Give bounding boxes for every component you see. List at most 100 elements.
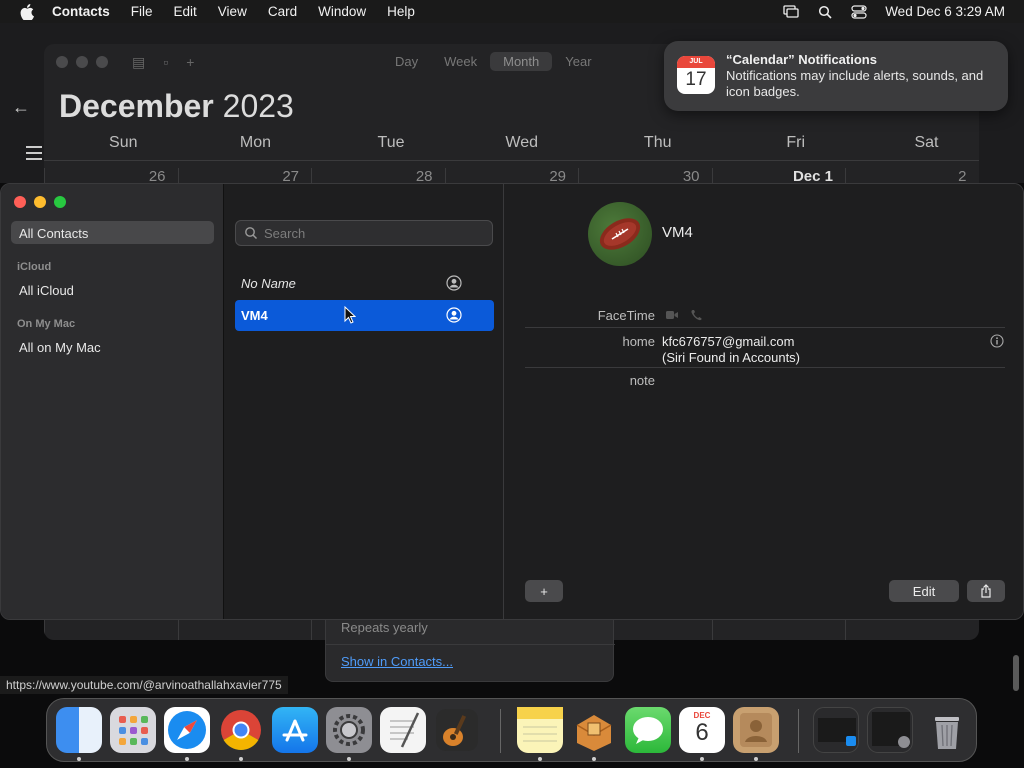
calendar-app-icon: JUL 17 xyxy=(677,56,715,94)
zoom-window-button[interactable] xyxy=(54,196,66,208)
contact-row-vm4[interactable]: VM4 xyxy=(235,300,494,331)
contact-name: No Name xyxy=(241,276,296,291)
weekday-label: Thu xyxy=(643,134,672,151)
dock-archive-utility-icon[interactable] xyxy=(571,707,617,753)
month-title: December 2023 xyxy=(59,88,294,125)
contact-list-pane: Search No Name VM4 xyxy=(225,184,504,619)
status-url-tooltip: https://www.youtube.com/@arvinoathallahx… xyxy=(0,676,288,694)
facetime-audio-icon[interactable] xyxy=(690,309,704,321)
calendar-window-controls xyxy=(56,56,108,68)
dock-safari-icon[interactable] xyxy=(164,707,210,753)
sidebar-item-all-icloud[interactable]: All iCloud xyxy=(19,283,74,298)
sidebar-item-all-contacts-label[interactable]: All Contacts xyxy=(19,226,88,241)
dock-textedit-icon[interactable] xyxy=(380,707,426,753)
dock-system-settings-icon[interactable] xyxy=(326,707,372,753)
email-source-note: (Siri Found in Accounts) xyxy=(662,350,801,365)
weekday-header: Sun Mon Tue Wed Thu Fri Sat xyxy=(44,134,979,152)
add-field-button[interactable]: + xyxy=(525,580,563,602)
contact-detail-pane: VM4 FaceTime home kfc676757@gmail.com (S… xyxy=(505,184,1023,619)
close-window-button[interactable] xyxy=(14,196,26,208)
running-indicator xyxy=(700,757,704,761)
minimize-window-button[interactable] xyxy=(34,196,46,208)
calendar-icon-day: 17 xyxy=(685,69,707,90)
window-controls xyxy=(14,196,66,208)
menu-view[interactable]: View xyxy=(218,4,247,19)
dock-messages-icon[interactable] xyxy=(625,707,671,753)
menu-clock[interactable]: Wed Dec 6 3:29 AM xyxy=(885,4,1005,19)
facetime-video-icon[interactable] xyxy=(665,309,679,321)
view-switcher: Day Week Month Year xyxy=(382,52,605,71)
menu-help[interactable]: Help xyxy=(387,4,415,19)
calendar-notification[interactable]: JUL 17 “Calendar” Notifications Notifica… xyxy=(664,41,1008,111)
share-button[interactable] xyxy=(967,580,1005,602)
menu-bar: Contacts File Edit View Card Window Help… xyxy=(0,0,1024,23)
menu-edit[interactable]: Edit xyxy=(174,4,197,19)
event-popover: Repeats yearly Show in Contacts... xyxy=(325,612,615,682)
menu-file[interactable]: File xyxy=(131,4,153,19)
spotlight-search-icon[interactable] xyxy=(817,5,833,19)
inbox-icon[interactable]: ▫ xyxy=(163,54,168,71)
share-icon xyxy=(981,584,991,598)
weekday-label: Mon xyxy=(239,134,271,151)
running-indicator xyxy=(77,757,81,761)
year-value: 2023 xyxy=(222,88,294,124)
page-scrollbar[interactable] xyxy=(1013,655,1019,691)
dock-trash-icon[interactable] xyxy=(924,707,970,753)
dock-finder-icon[interactable] xyxy=(56,707,102,753)
contact-avatar[interactable] xyxy=(588,202,652,266)
back-arrow-icon[interactable]: ← xyxy=(12,97,30,118)
weekday-label: Fri xyxy=(786,134,805,151)
home-email-label: home xyxy=(622,334,655,349)
edit-button[interactable]: Edit xyxy=(889,580,959,602)
search-placeholder: Search xyxy=(264,225,306,241)
control-center-icon[interactable] xyxy=(851,4,867,19)
detail-divider xyxy=(525,327,1005,328)
dock-separator xyxy=(500,709,501,753)
view-year-tab[interactable]: Year xyxy=(552,52,604,71)
dock-contacts-icon[interactable] xyxy=(733,707,779,753)
dock-chrome-icon[interactable] xyxy=(218,707,264,753)
add-event-icon[interactable]: + xyxy=(186,54,194,71)
dock-notes-icon[interactable] xyxy=(517,707,563,753)
calendar-grid-line xyxy=(44,160,979,161)
contact-row-no-name[interactable]: No Name xyxy=(235,268,494,299)
running-indicator xyxy=(347,757,351,761)
running-indicator xyxy=(754,757,758,761)
info-icon[interactable] xyxy=(990,334,1004,348)
calendars-list-icon[interactable]: ▤ xyxy=(132,54,145,71)
dock-minimized-window-2[interactable] xyxy=(867,707,913,753)
show-in-contacts-link[interactable]: Show in Contacts... xyxy=(341,654,453,669)
dock-garageband-icon[interactable] xyxy=(434,707,480,753)
dock-minimized-window-1[interactable] xyxy=(813,707,859,753)
person-icon xyxy=(446,307,462,323)
view-month-tab[interactable]: Month xyxy=(490,52,553,71)
running-indicator xyxy=(538,757,542,761)
menu-card[interactable]: Card xyxy=(268,4,297,19)
facetime-label: FaceTime xyxy=(597,308,655,323)
app-menu-contacts[interactable]: Contacts xyxy=(52,4,110,19)
note-label: note xyxy=(629,373,655,388)
running-indicator xyxy=(185,757,189,761)
dock: DEC 6 xyxy=(46,698,977,762)
dock-separator xyxy=(798,709,799,753)
sidebar-item-all-on-my-mac[interactable]: All on My Mac xyxy=(19,340,101,355)
notification-title: “Calendar” Notifications xyxy=(726,52,877,67)
screen-mirroring-icon[interactable] xyxy=(783,4,799,19)
weekday-label: Wed xyxy=(505,134,538,151)
dock-launchpad-icon[interactable] xyxy=(110,707,156,753)
sidebar-header-icloud: iCloud xyxy=(17,261,52,273)
dock-calendar-icon[interactable]: DEC 6 xyxy=(679,707,725,753)
person-icon xyxy=(446,275,462,291)
detail-divider xyxy=(525,367,1005,368)
hamburger-menu-icon[interactable] xyxy=(26,146,42,164)
menu-window[interactable]: Window xyxy=(318,4,366,19)
view-day-tab[interactable]: Day xyxy=(382,52,431,71)
home-email-value[interactable]: kfc676757@gmail.com xyxy=(662,334,794,350)
search-icon xyxy=(245,227,258,240)
dock-app-store-icon[interactable] xyxy=(272,707,318,753)
repeats-text: Repeats yearly xyxy=(341,620,428,635)
view-week-tab[interactable]: Week xyxy=(431,52,490,71)
running-indicator xyxy=(592,757,596,761)
search-field[interactable]: Search xyxy=(235,220,493,246)
apple-menu-icon[interactable] xyxy=(18,3,36,21)
